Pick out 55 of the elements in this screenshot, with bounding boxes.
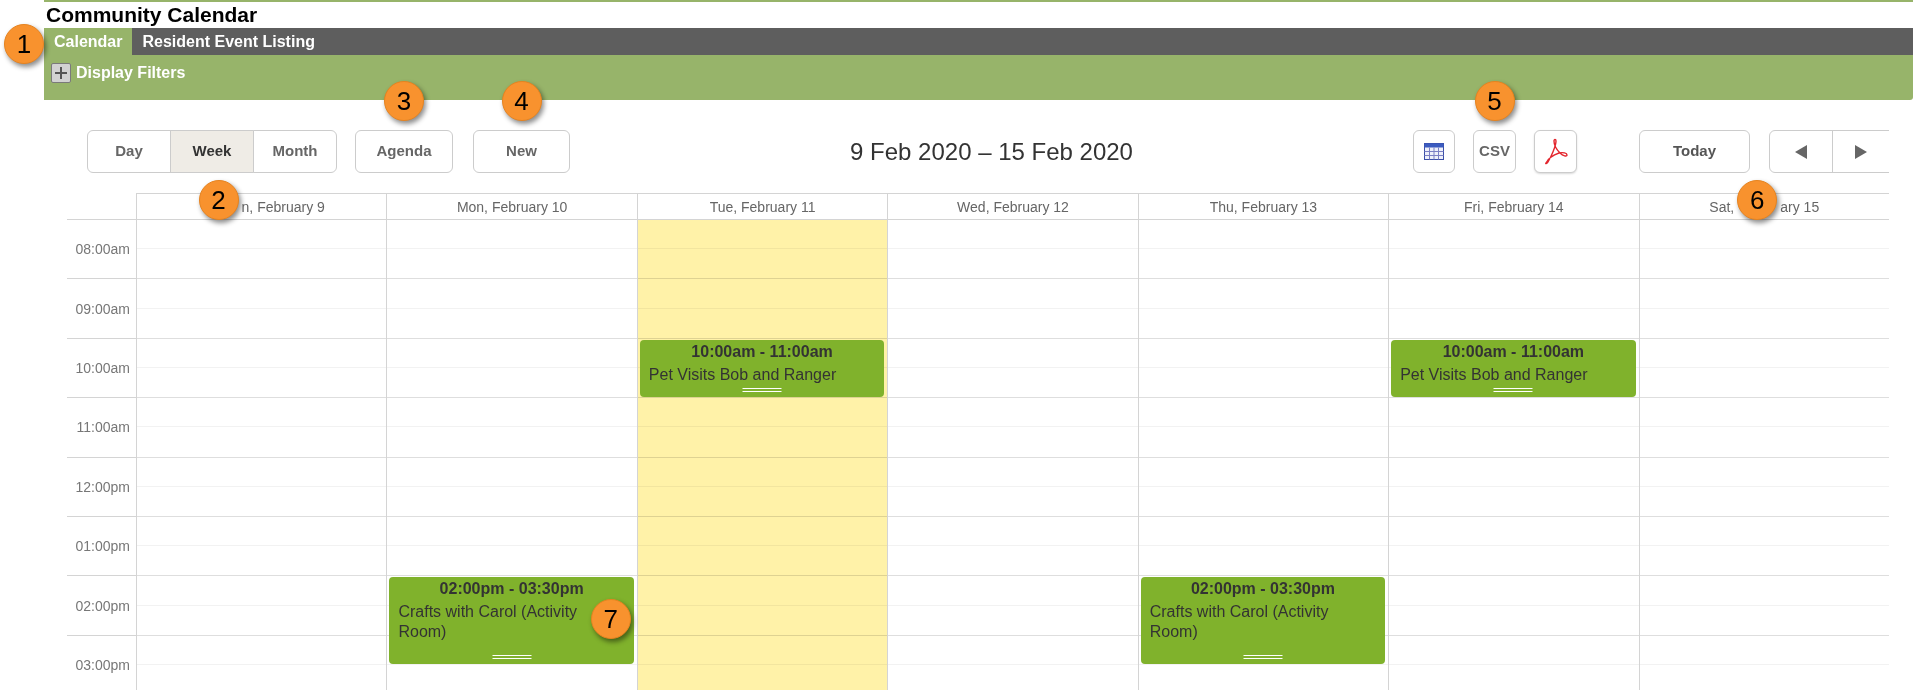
day-header: n, February 9 (241, 197, 325, 216)
event-time: 02:00pm - 03:30pm (438, 580, 585, 599)
day-header: Thu, February 13 (1209, 197, 1318, 216)
time-label: 08:00am (75, 240, 130, 259)
today-button[interactable]: Today (1639, 130, 1750, 173)
pdf-icon (1542, 137, 1569, 166)
csv-export-button[interactable]: CSV (1473, 130, 1516, 173)
next-button[interactable] (1832, 130, 1889, 173)
time-label: 01:00pm (75, 537, 130, 556)
callout-badge: 6 (1737, 179, 1778, 220)
callout-badge: 3 (384, 81, 424, 121)
tab[interactable]: Resident Event Listing (132, 28, 325, 55)
event-title: Crafts with Carol (Activity Room) (1149, 602, 1330, 643)
time-label: 09:00am (75, 299, 130, 318)
day-header: Tue, February 11 (709, 197, 816, 216)
day-header: Wed, February 12 (957, 197, 1069, 216)
date-range-title: 9 Feb 2020 – 15 Feb 2020 (850, 137, 1133, 166)
event-time: 10:00am - 11:00am (690, 342, 834, 361)
resize-handle-icon[interactable] (1493, 388, 1533, 393)
resize-handle-icon[interactable] (492, 655, 532, 660)
day-header: ary 15 (1780, 197, 1820, 216)
day-header: Sat, (1709, 197, 1735, 216)
event-card[interactable]: 10:00am - 11:00am Pet Visits Bob and Ranger (639, 339, 885, 398)
event-card[interactable]: 02:00pm - 03:30pm Crafts with Carol (Activity Room) 7 (389, 577, 634, 665)
view-button[interactable]: Day (87, 130, 171, 173)
event-title: Pet Visits Bob and Ranger (648, 364, 838, 385)
page-title: Community Calendar (46, 2, 258, 28)
event-title: Crafts with Carol (Activity Room) (398, 602, 579, 643)
day-header: Fri, February 14 (1464, 197, 1564, 216)
time-label: 03:00pm (75, 655, 130, 674)
calendar-grid-icon (1424, 143, 1444, 160)
agenda-button[interactable]: Agenda (355, 130, 453, 173)
triangle-left-icon (1795, 144, 1807, 159)
day-header: Mon, February 10 (456, 197, 568, 216)
view-button[interactable]: Month (253, 130, 337, 173)
callout-badge: 2 (198, 179, 239, 220)
event-time: 10:00am - 11:00am (1441, 342, 1586, 361)
resize-handle-icon[interactable] (1243, 655, 1283, 660)
event-card[interactable]: 02:00pm - 03:30pm Crafts with Carol (Activity Room) (1140, 577, 1386, 665)
time-label: 11:00am (76, 418, 130, 437)
previous-button[interactable] (1769, 130, 1833, 173)
callout-badge: 7 (590, 599, 631, 640)
calendar-export-button[interactable] (1413, 130, 1455, 173)
time-label: 02:00pm (75, 596, 130, 615)
event-title: Pet Visits Bob and Ranger (1400, 364, 1589, 385)
time-label: 10:00am (75, 358, 130, 377)
resize-handle-icon[interactable] (742, 388, 782, 393)
triangle-right-icon (1855, 144, 1867, 159)
view-button[interactable]: Week (170, 130, 254, 173)
callout-badge: 1 (4, 24, 44, 64)
new-button[interactable]: New (473, 130, 570, 173)
time-label: 12:00pm (75, 477, 130, 496)
pdf-export-button[interactable] (1534, 130, 1577, 173)
event-time: 02:00pm - 03:30pm (1189, 580, 1336, 599)
event-card[interactable]: 10:00am - 11:00am Pet Visits Bob and Ranger (1391, 339, 1636, 398)
